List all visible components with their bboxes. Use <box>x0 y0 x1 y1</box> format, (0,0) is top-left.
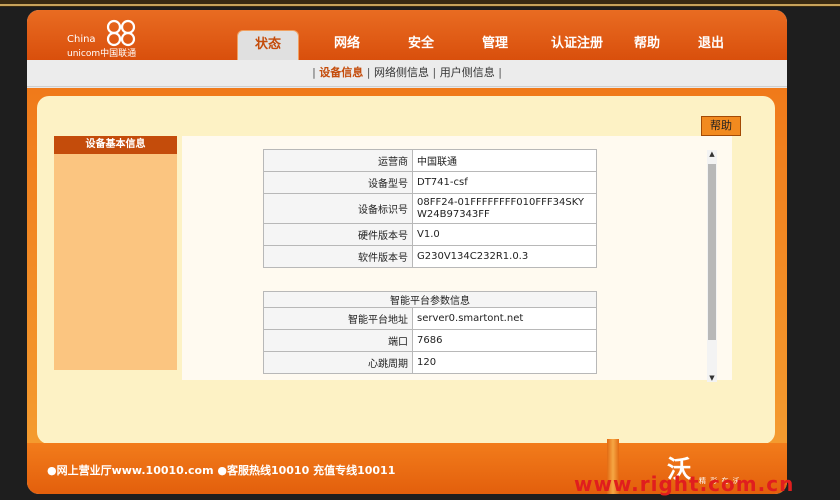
router-admin-frame: China unicom中国联通 状态 网络 安全 管理 认证注册 帮助 退出 … <box>27 10 787 494</box>
table-row: 设备标识号 08FF24-01FFFFFFFF010FFF34SKYW24B97… <box>263 193 597 224</box>
brand-line2: unicom中国联通 <box>67 49 137 59</box>
scroll-up-arrow-icon[interactable]: ▲ <box>707 150 717 158</box>
row-value: DT741-csf <box>412 171 597 194</box>
china-unicom-logo: China unicom中国联通 <box>61 18 181 59</box>
row-value: 中国联通 <box>412 149 597 172</box>
footer-contact-text: ●网上营业厅www.10010.com ●客服热线10010 充值专线10011 <box>47 464 396 477</box>
tab-auth-register[interactable]: 认证注册 <box>537 30 617 60</box>
row-key: 设备标识号 <box>263 193 413 224</box>
table-row: 软件版本号 G230V134C232R1.0.3 <box>263 245 597 268</box>
top-strip <box>0 0 840 7</box>
row-key: 端口 <box>263 329 413 352</box>
row-value: 120 <box>412 351 597 374</box>
row-value: V1.0 <box>412 223 597 246</box>
subnav-user-side-info[interactable]: 用户侧信息 <box>440 66 495 79</box>
row-key: 心跳周期 <box>263 351 413 374</box>
device-info-table: 运营商 中国联通 设备型号 DT741-csf 设备标识号 08FF24-01F… <box>263 149 597 268</box>
table-row: 心跳周期 120 <box>263 351 597 374</box>
tab-help[interactable]: 帮助 <box>623 30 671 60</box>
sidebar: 设备基本信息 <box>54 136 177 370</box>
top-strip-line <box>0 4 840 6</box>
row-key: 硬件版本号 <box>263 223 413 246</box>
table-row: 硬件版本号 V1.0 <box>263 223 597 246</box>
row-value: 7686 <box>412 329 597 352</box>
table-row: 运营商 中国联通 <box>263 149 597 172</box>
sub-nav: | 设备信息 | 网络侧信息 | 用户侧信息 | <box>27 60 787 87</box>
brand-line1: China <box>67 34 96 45</box>
row-key: 设备型号 <box>263 171 413 194</box>
platform-info-table: 智能平台参数信息 智能平台地址 server0.smartont.net 端口 … <box>263 291 597 374</box>
row-value: server0.smartont.net <box>412 307 597 330</box>
subnav-network-side-info[interactable]: 网络侧信息 <box>374 66 429 79</box>
scroll-down-arrow-icon[interactable]: ▼ <box>707 374 717 382</box>
table-row: 智能平台地址 server0.smartont.net <box>263 307 597 330</box>
tab-logout[interactable]: 退出 <box>687 30 735 60</box>
unicom-knot-icon <box>106 19 136 47</box>
platform-info-caption: 智能平台参数信息 <box>263 291 597 308</box>
tab-security[interactable]: 安全 <box>397 30 445 60</box>
table-row: 设备型号 DT741-csf <box>263 171 597 194</box>
row-key: 运营商 <box>263 149 413 172</box>
subnav-device-info[interactable]: 设备信息 <box>319 66 363 79</box>
scroll-thumb[interactable] <box>708 164 716 340</box>
tab-network[interactable]: 网络 <box>323 30 371 60</box>
row-value: G230V134C232R1.0.3 <box>412 245 597 268</box>
help-button[interactable]: 帮助 <box>701 116 741 136</box>
row-key: 智能平台地址 <box>263 307 413 330</box>
sidebar-title[interactable]: 设备基本信息 <box>54 136 177 154</box>
vertical-scrollbar[interactable]: ▲ ▼ <box>707 150 717 382</box>
table-caption-row: 智能平台参数信息 <box>263 291 597 308</box>
table-row: 端口 7686 <box>263 329 597 352</box>
row-value: 08FF24-01FFFFFFFF010FFF34SKYW24B97343FF <box>412 193 597 224</box>
tab-status[interactable]: 状态 <box>237 30 299 61</box>
info-panel: 运营商 中国联通 设备型号 DT741-csf 设备标识号 08FF24-01F… <box>182 136 732 380</box>
header-bar: China unicom中国联通 状态 网络 安全 管理 认证注册 帮助 退出 <box>27 10 787 61</box>
watermark: www.right.com.cn <box>574 472 795 496</box>
row-key: 软件版本号 <box>263 245 413 268</box>
tab-management[interactable]: 管理 <box>471 30 519 60</box>
